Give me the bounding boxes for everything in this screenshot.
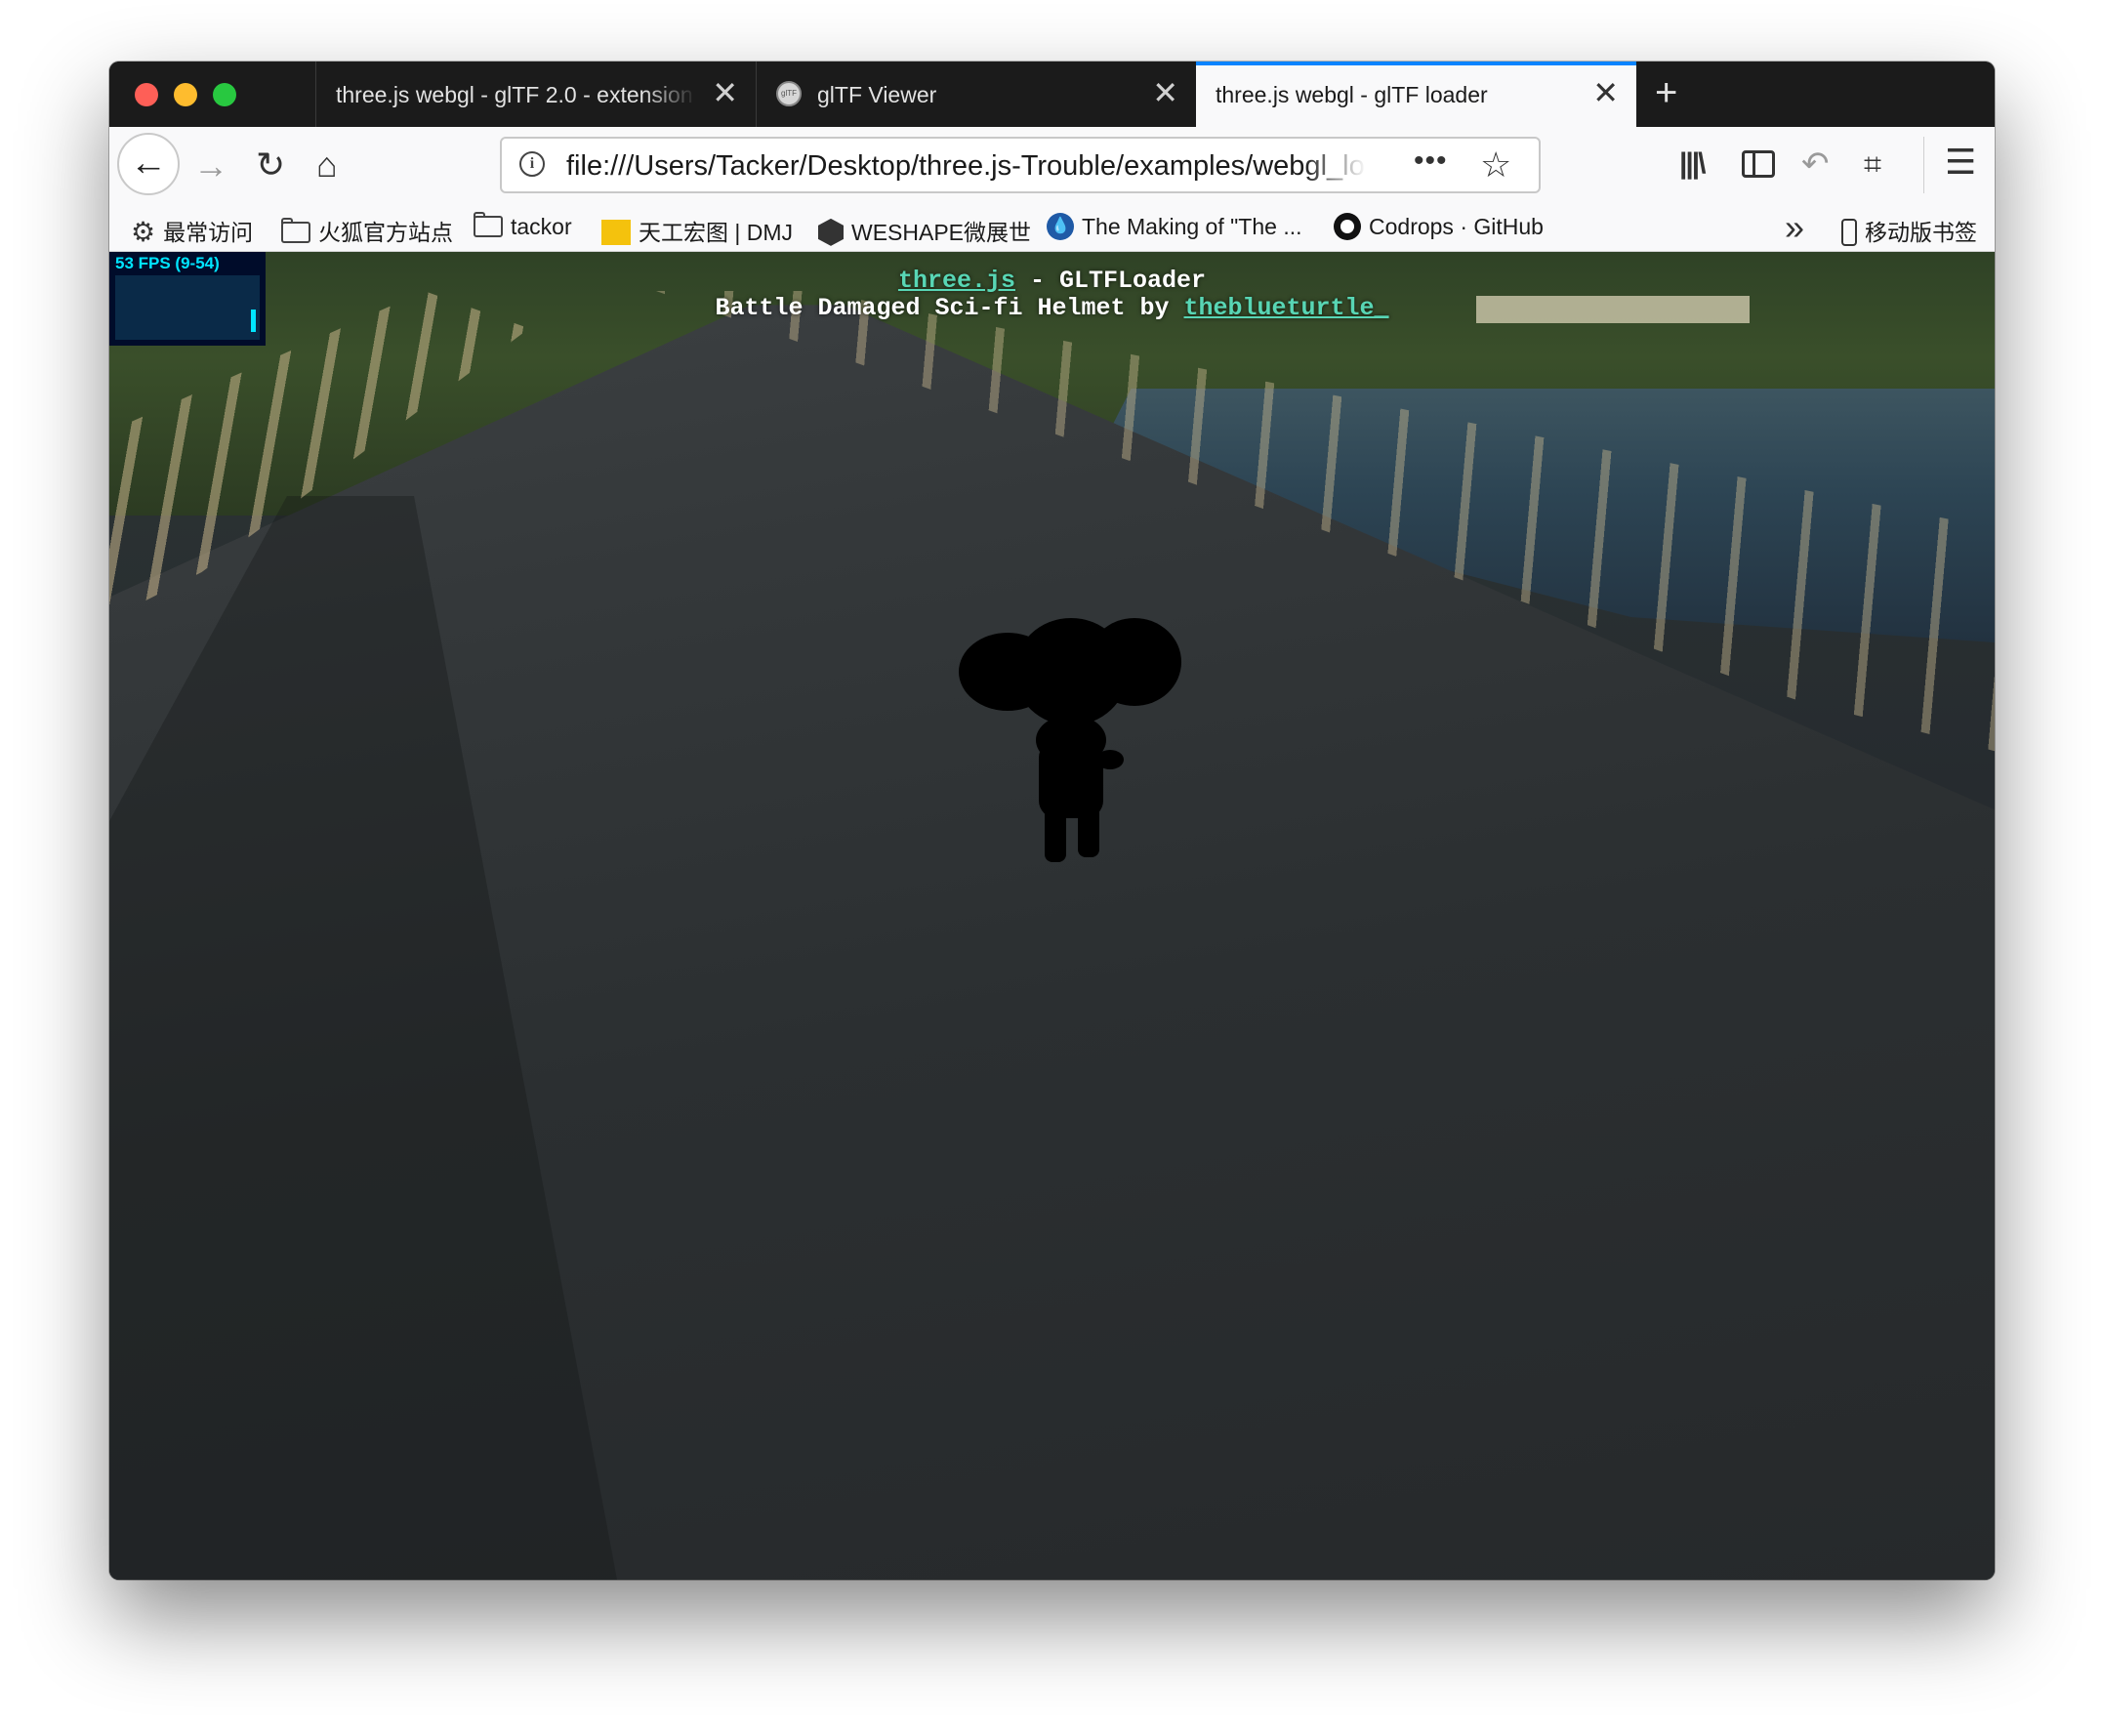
- reload-icon[interactable]: ↻: [256, 145, 285, 185]
- back-arrow-icon[interactable]: ←: [117, 133, 180, 195]
- fps-graph: [115, 275, 260, 340]
- home-icon[interactable]: ⌂: [316, 145, 338, 185]
- bookmarks-bar: ⚙ 最常访问 火狐官方站点 tackor 天工宏图 | DMJ WESHAPE微展…: [109, 205, 1995, 252]
- navigation-toolbar: ← → ↻ ⌂ i file:///Users/Tacker/Desktop/t…: [109, 127, 1995, 205]
- tab-gltf-loader[interactable]: three.js webgl - glTF loader ✕: [1196, 62, 1636, 127]
- minimize-window-button[interactable]: [174, 83, 197, 106]
- forward-arrow-icon[interactable]: →: [193, 146, 228, 186]
- bookmark-label: 火狐官方站点: [318, 220, 453, 245]
- menu-icon[interactable]: ☰: [1945, 143, 1976, 182]
- gltf-model-silhouette: [959, 618, 1181, 862]
- bookmarks-overflow-icon[interactable]: »: [1785, 207, 1804, 248]
- library-icon[interactable]: |||\: [1679, 145, 1706, 184]
- bookmark-tackor[interactable]: tackor: [474, 211, 572, 240]
- folder-icon: [281, 217, 310, 243]
- bookmark-label: 最常访问: [163, 220, 254, 245]
- tab-gltf-viewer[interactable]: glTF glTF Viewer ✕: [756, 62, 1196, 127]
- tab-title: glTF Viewer: [817, 82, 937, 107]
- bookmark-weshape[interactable]: WESHAPE微展世: [818, 214, 1031, 248]
- author-link[interactable]: theblueturtle_: [1184, 294, 1389, 322]
- gear-icon: ⚙: [131, 216, 156, 247]
- url-text[interactable]: file:///Users/Tacker/Desktop/three.js-Tr…: [566, 150, 1367, 183]
- folder-icon: [474, 211, 503, 237]
- credit-line: Battle Damaged Sci-fi Helmet by thebluet…: [109, 295, 1995, 322]
- tiangong-icon: [601, 219, 631, 245]
- tab-close-icon[interactable]: ✕: [1592, 76, 1619, 109]
- bookmark-tiangong[interactable]: 天工宏图 | DMJ: [601, 214, 793, 247]
- bookmark-label: Codrops · GitHub: [1369, 214, 1544, 239]
- tab-title: three.js webgl - glTF 2.0 - extension: [336, 82, 693, 107]
- bookmark-making-of[interactable]: 💧 The Making of "The ...: [1047, 212, 1302, 242]
- more-icon[interactable]: •••: [1414, 145, 1448, 178]
- undo-icon[interactable]: ↶: [1801, 145, 1830, 184]
- webgl-canvas[interactable]: three.js - GLTFLoader Battle Damaged Sci…: [109, 252, 1995, 1580]
- sidebar-icon[interactable]: [1742, 150, 1775, 178]
- github-icon: [1334, 212, 1361, 240]
- fps-readout: 53 FPS (9-54): [115, 254, 220, 272]
- browser-window: three.js webgl - glTF 2.0 - extension ✕ …: [109, 62, 1995, 1580]
- stats-panel[interactable]: 53 FPS (9-54): [109, 252, 266, 346]
- tab-close-icon[interactable]: ✕: [1152, 76, 1178, 109]
- bookmark-firefox-sites[interactable]: 火狐官方站点: [281, 214, 453, 247]
- mobile-bookmarks[interactable]: 移动版书签: [1841, 214, 1977, 248]
- bookmark-codrops-github[interactable]: Codrops · GitHub: [1334, 212, 1544, 242]
- close-window-button[interactable]: [135, 83, 158, 106]
- mobile-icon: [1841, 218, 1857, 246]
- url-bar[interactable]: i file:///Users/Tacker/Desktop/three.js-…: [500, 137, 1541, 193]
- info-icon[interactable]: i: [519, 151, 545, 177]
- bookmark-label: 天工宏图 | DMJ: [639, 220, 794, 245]
- star-icon[interactable]: ☆: [1480, 146, 1511, 184]
- tab-title: three.js webgl - glTF loader: [1216, 82, 1488, 107]
- tab-gltf-extensions[interactable]: three.js webgl - glTF 2.0 - extension ✕: [315, 62, 756, 127]
- gltf-favicon-icon: glTF: [776, 81, 802, 106]
- threejs-link[interactable]: three.js: [898, 267, 1015, 295]
- fps-level-bar: [251, 309, 256, 332]
- credit-text: Battle Damaged Sci-fi Helmet by: [715, 294, 1184, 322]
- bookmark-label: 移动版书签: [1865, 220, 1977, 245]
- crop-icon[interactable]: ⌗: [1864, 145, 1881, 184]
- title-text: - GLTFLoader: [1014, 267, 1207, 295]
- toolbar-divider: [1923, 137, 1924, 193]
- zoom-window-button[interactable]: [213, 83, 236, 106]
- drop-icon: 💧: [1047, 212, 1074, 240]
- bookmark-label: The Making of "The ...: [1082, 214, 1302, 239]
- info-overlay: three.js - GLTFLoader Battle Damaged Sci…: [109, 268, 1995, 322]
- tab-strip: three.js webgl - glTF 2.0 - extension ✕ …: [109, 62, 1995, 127]
- bookmark-most-visited[interactable]: ⚙ 最常访问: [131, 214, 253, 247]
- bookmark-label: WESHAPE微展世: [851, 220, 1032, 245]
- bookmark-label: tackor: [511, 214, 572, 239]
- weshape-icon: [818, 218, 844, 246]
- tab-close-icon[interactable]: ✕: [712, 76, 738, 109]
- new-tab-button[interactable]: +: [1655, 71, 1677, 114]
